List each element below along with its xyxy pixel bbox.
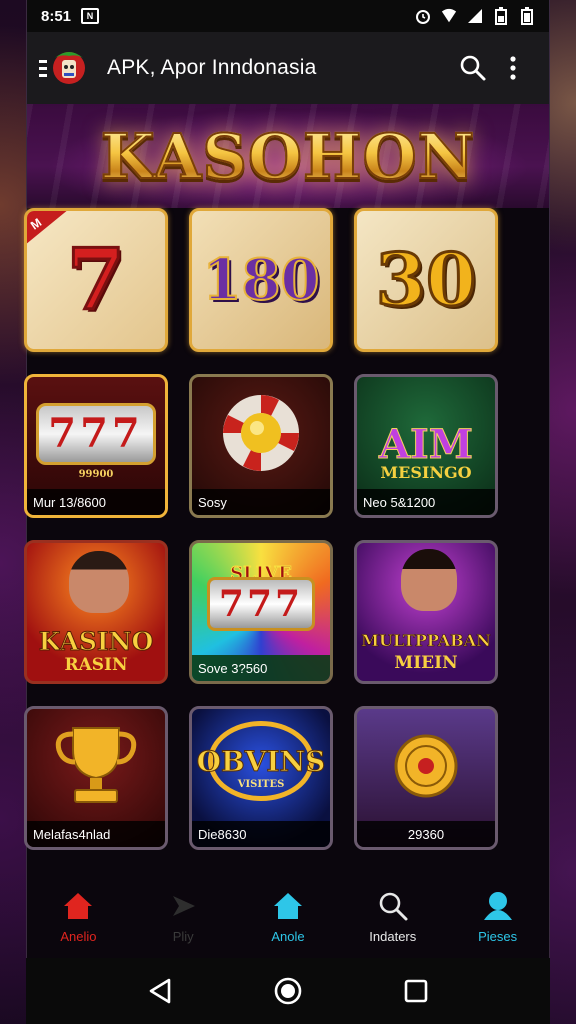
game-tile[interactable]: 29360 [354,706,498,850]
game-art-text: 777 [48,410,144,457]
back-icon [149,978,171,1004]
tile-caption-text: Neo 5&1200 [363,494,436,510]
nav-item-anole[interactable]: Anole [238,889,338,944]
nav-label: Anole [271,928,305,944]
battery-icon-2 [519,7,535,25]
more-options-button[interactable] [493,48,533,88]
app-logo-icon[interactable] [35,48,89,88]
tile-caption-text: Sosy [198,494,227,510]
back-button[interactable] [140,971,180,1011]
game-art-text: AIM [378,421,474,469]
game-tile[interactable]: 180 [189,208,333,352]
slot-reels: 777 [36,403,156,465]
game-art-text: KASINO [38,627,154,657]
recents-button[interactable] [396,971,436,1011]
app-title: APK, Apor Inndonasia [107,56,317,79]
people-icon [481,889,515,923]
play-icon [166,889,200,923]
tile-caption-text: Sove 3?560 [198,660,268,676]
tile-caption-text: 29360 [407,826,445,842]
game-art-subtext: RASIN [64,655,128,675]
game-art-subtext: MESINGO [380,463,472,482]
nav-label: Anelio [60,928,97,944]
nav-item-anelio[interactable]: Anelio [28,889,128,944]
game-art-text: 7 [65,230,126,329]
hero-title: KASOHON [100,119,476,194]
search-button[interactable] [453,48,493,88]
wifi-icon [441,8,457,24]
search-icon [460,55,486,81]
game-art: 180 [192,211,330,349]
slot-reels: 777 [207,577,315,631]
game-art-text: 777 [218,583,304,625]
hero-banner: KASOHON [27,104,549,208]
home-circle-icon [274,977,302,1005]
game-art-subtext: 99900 [78,469,114,480]
casino-chip-icon [223,395,299,471]
game-art-subtext: MIEIN [394,653,458,673]
tile-caption: 29360 [357,821,495,847]
status-bar: 8:51 N [27,0,549,32]
tile-caption: Mur 13/8600 [27,489,165,515]
game-art-text: 30 [374,237,477,322]
recents-icon [404,979,428,1003]
tile-caption: Sove 3?560 [192,655,330,681]
battery-icon [493,7,509,25]
tile-caption: Sosy [192,489,330,515]
game-tile[interactable]: MULTPPABAN MIEIN [354,540,498,684]
avatar [401,549,457,611]
n-icon: N [81,8,100,24]
game-tile[interactable]: 30 [354,208,498,352]
home-button[interactable] [268,971,308,1011]
game-art: 30 [357,211,495,349]
game-art-text: 180 [202,247,321,313]
search-icon [376,889,410,923]
home-icon [61,889,95,923]
tile-caption: Die8630 [192,821,330,847]
nav-item-pliy[interactable]: Pliy [133,889,233,944]
tile-caption-text: Melafas4nlad [33,826,111,842]
trophy-icon [55,727,137,803]
game-tile[interactable]: M 7 [24,208,168,352]
bottom-nav: Anelio Pliy Anole Indaters Pieses [26,874,550,958]
game-tile[interactable]: OBVINS VISITES Die8630 [189,706,333,850]
tile-caption: Melafas4nlad [27,821,165,847]
nav-item-indaters[interactable]: Indaters [343,889,443,944]
tile-caption-text: Mur 13/8600 [33,494,106,510]
game-tile[interactable]: Sosy [189,374,333,518]
nav-item-pieses[interactable]: Pieses [448,889,548,944]
game-tile[interactable]: 777 99900 Mur 13/8600 [24,374,168,518]
nav-label: Indaters [369,928,417,944]
system-nav-bar [26,958,550,1024]
tile-caption: Neo 5&1200 [357,489,495,515]
game-art-text: MULTPPABAN [361,631,491,651]
signal-icon [467,8,483,24]
game-tile[interactable]: KASINO RASIN [24,540,168,684]
nav-label: Pieses [478,928,518,944]
more-vert-icon [510,56,516,80]
avatar [69,551,129,613]
game-grid: M 7 180 30 777 99900 Mur 13/8600 Sosy AI… [24,208,502,850]
tile-caption-text: Die8630 [198,826,247,842]
game-tile[interactable]: Melafas4nlad [24,706,168,850]
nav-label: Pliy [172,928,194,944]
home-icon [271,889,305,923]
game-tile[interactable]: SLIVE 777 Sove 3?560 [189,540,333,684]
game-art-subtext: VISITES [237,779,285,790]
game-tile[interactable]: AIM MESINGO Neo 5&1200 [354,374,498,518]
game-art: 7 [27,211,165,349]
app-bar: APK, Apor Inndonasia [27,32,549,104]
game-art-text: OBVINS [196,745,326,779]
gold-coin-icon [394,734,458,798]
status-time: 8:51 [41,7,72,25]
alarm-icon [415,8,431,24]
